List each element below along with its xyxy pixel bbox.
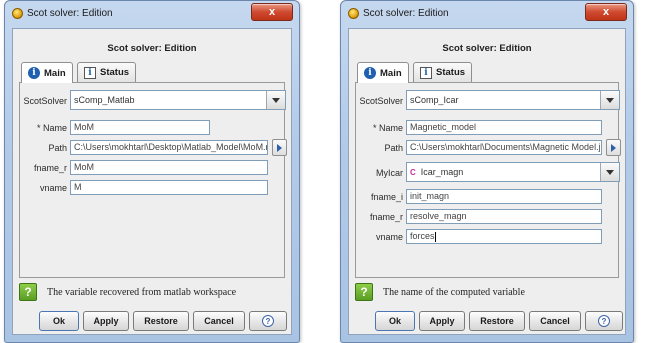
my-icar-combo[interactable]: C Icar_magn: [406, 162, 620, 182]
ok-button[interactable]: Ok: [39, 311, 79, 331]
fname-r-label: fname_r: [369, 212, 403, 222]
help-area: ? The name of the computed variable: [355, 281, 619, 303]
cancel-button[interactable]: Cancel: [529, 311, 581, 331]
scot-solver-label: ScotSolver: [23, 96, 67, 106]
question-icon: ?: [19, 283, 37, 301]
tab-main[interactable]: i Main: [357, 62, 409, 83]
scot-solver-value: sComp_Icar: [410, 95, 459, 105]
question-icon: ?: [355, 283, 373, 301]
vname-label: vname: [375, 232, 403, 242]
restore-button[interactable]: Restore: [133, 311, 189, 331]
my-icar-value: Icar_magn: [420, 167, 464, 177]
help-button[interactable]: ?: [249, 311, 287, 331]
fname-r-label: fname_r: [33, 163, 67, 173]
info-icon: i: [28, 67, 40, 79]
path-input[interactable]: C:\Users\mokhtarl\Desktop\Matlab_Model\M…: [70, 140, 268, 155]
name-input[interactable]: Magnetic_model: [406, 120, 602, 135]
button-row: Ok Apply Restore Cancel ?: [13, 311, 291, 331]
help-button[interactable]: ?: [585, 311, 623, 331]
scot-solver-combo[interactable]: sComp_Matlab: [70, 90, 286, 110]
apply-button[interactable]: Apply: [419, 311, 465, 331]
scot-solver-value: sComp_Matlab: [74, 95, 135, 105]
solver-edition-dialog-matlab: Scot solver: Edition x Scot solver: Edit…: [4, 0, 300, 343]
chevron-down-icon[interactable]: [600, 163, 619, 181]
text-caret: [434, 231, 436, 242]
tab-status[interactable]: i Status: [77, 62, 137, 82]
sun-icon: [12, 8, 23, 19]
close-button[interactable]: x: [251, 3, 293, 21]
my-icar-label: MyIcar: [376, 168, 403, 178]
name-label: * Name: [372, 123, 403, 133]
cancel-button[interactable]: Cancel: [193, 311, 245, 331]
header-title: Scot solver: Edition: [442, 43, 532, 54]
title-bar[interactable]: Scot solver: Edition x: [341, 1, 633, 27]
header-title: Scot solver: Edition: [107, 43, 197, 54]
info-icon: i: [364, 67, 376, 79]
tab-status-label: Status: [100, 67, 130, 78]
path-input[interactable]: C:\Users\mokhtarl\Documents\Magnetic Mod…: [406, 140, 602, 155]
window-title: Scot solver: Edition: [27, 8, 113, 19]
dialog-content: Scot solver: Edition i Main i Status Sco…: [348, 28, 626, 335]
vname-input[interactable]: M: [70, 180, 268, 195]
vname-input[interactable]: forces: [406, 229, 602, 244]
status-info-icon: i: [84, 66, 96, 79]
browse-button[interactable]: [272, 139, 287, 156]
vname-value: forces: [410, 231, 435, 241]
class-icon: C: [410, 168, 416, 177]
help-circle-icon: ?: [262, 315, 274, 327]
tab-main-label: Main: [44, 67, 66, 79]
close-button[interactable]: x: [585, 3, 627, 21]
sun-icon: [348, 8, 359, 19]
browse-button[interactable]: [606, 139, 621, 156]
help-text: The name of the computed variable: [383, 286, 525, 298]
main-panel: ScotSolver sComp_Matlab * Name MoM Path …: [19, 82, 287, 278]
tab-main-label: Main: [380, 67, 402, 79]
help-circle-icon: ?: [598, 315, 610, 327]
tab-main[interactable]: i Main: [21, 62, 73, 83]
path-label: Path: [48, 143, 67, 153]
name-label: * Name: [36, 123, 67, 133]
apply-button[interactable]: Apply: [83, 311, 129, 331]
tab-status[interactable]: i Status: [413, 62, 473, 82]
scot-solver-label: ScotSolver: [359, 96, 403, 106]
scot-solver-combo[interactable]: sComp_Icar: [406, 90, 620, 110]
button-row: Ok Apply Restore Cancel ?: [349, 311, 625, 331]
window-title: Scot solver: Edition: [363, 8, 449, 19]
ok-button[interactable]: Ok: [375, 311, 415, 331]
path-label: Path: [384, 143, 403, 153]
status-info-icon: i: [420, 66, 432, 79]
vname-label: vname: [39, 183, 67, 193]
tab-status-label: Status: [436, 67, 466, 78]
fname-r-input[interactable]: resolve_magn: [406, 209, 602, 224]
title-bar[interactable]: Scot solver: Edition x: [5, 1, 299, 27]
name-input[interactable]: MoM: [70, 120, 210, 135]
chevron-down-icon[interactable]: [266, 91, 285, 109]
arrow-right-icon: [611, 143, 616, 152]
restore-button[interactable]: Restore: [469, 311, 525, 331]
help-text: The variable recovered from matlab works…: [47, 286, 237, 298]
solver-edition-dialog-icar: Scot solver: Edition x Scot solver: Edit…: [340, 0, 634, 343]
main-panel: ScotSolver sComp_Icar * Name Magnetic_mo…: [355, 82, 621, 278]
help-area: ? The variable recovered from matlab wor…: [19, 281, 285, 303]
fname-r-input[interactable]: MoM: [70, 160, 268, 175]
arrow-right-icon: [277, 143, 282, 152]
fname-i-input[interactable]: init_magn: [406, 189, 602, 204]
chevron-down-icon[interactable]: [600, 91, 619, 109]
fname-i-label: fname_i: [370, 192, 403, 202]
dialog-content: Scot solver: Edition i Main i Status Sco…: [12, 28, 292, 335]
